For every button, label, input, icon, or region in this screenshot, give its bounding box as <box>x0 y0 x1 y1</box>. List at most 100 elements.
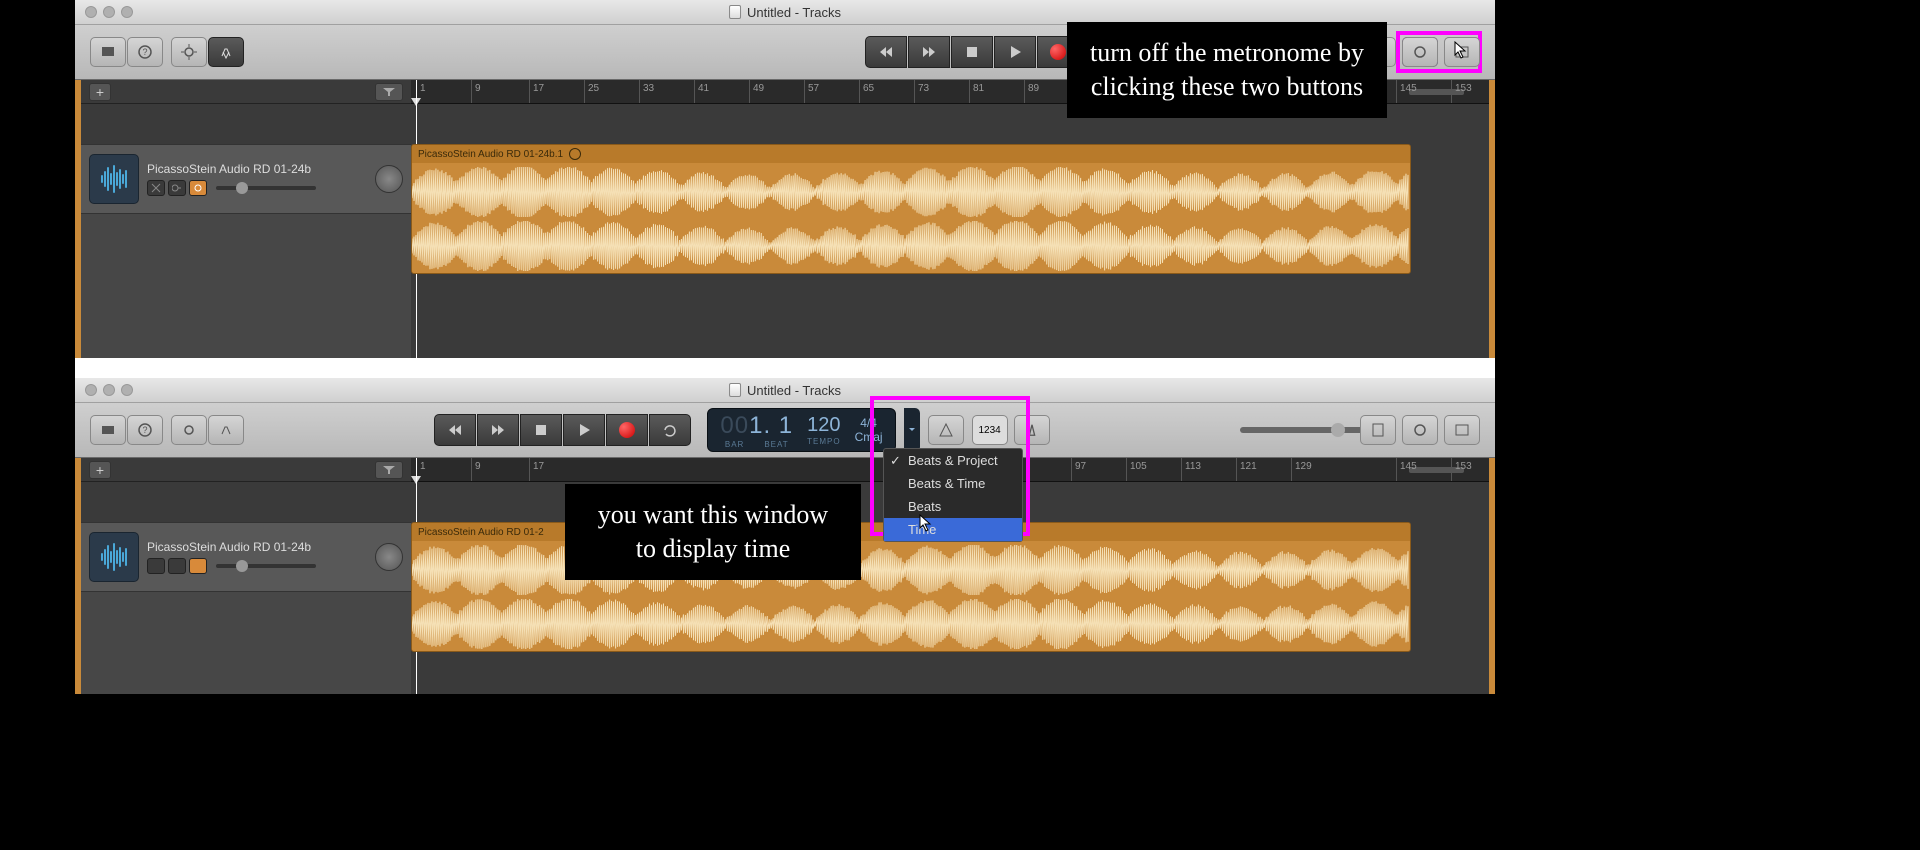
track-type-icon <box>89 154 139 204</box>
document-icon <box>729 5 741 19</box>
media-browser-button[interactable] <box>1444 37 1480 67</box>
loop-browser-button[interactable] <box>1402 37 1438 67</box>
library-button[interactable] <box>90 415 126 445</box>
metronome-button[interactable] <box>1014 415 1050 445</box>
media-browser-button[interactable] <box>1444 415 1480 445</box>
add-track-button[interactable]: + <box>89 461 111 479</box>
waveform-right <box>412 221 1410 271</box>
tuner-button[interactable] <box>928 415 964 445</box>
menu-item-beats-time[interactable]: Beats & Time <box>884 472 1022 495</box>
track-filter-button[interactable] <box>375 461 403 479</box>
track-type-icon <box>89 532 139 582</box>
ruler-mark: 49 <box>749 80 764 103</box>
track-area: + PicassoStein Audio RD 01-24b <box>75 80 1495 358</box>
help-button[interactable]: ? <box>127 415 163 445</box>
ruler-mark: 33 <box>639 80 654 103</box>
waveform-right <box>412 599 1410 649</box>
ruler-mark: 153 <box>1451 80 1472 103</box>
help-button[interactable]: ? <box>127 37 163 67</box>
stop-button[interactable] <box>520 414 562 446</box>
volume-slider[interactable] <box>216 564 316 568</box>
title-bar: Untitled - Tracks <box>75 378 1495 403</box>
pan-knob[interactable] <box>375 543 403 571</box>
ruler-mark: 1 <box>416 458 426 481</box>
lcd-sig[interactable]: 4/4 <box>855 416 883 430</box>
ruler-mark: 9 <box>471 458 481 481</box>
close-window-button[interactable] <box>85 6 97 18</box>
ruler-mark: 121 <box>1236 458 1257 481</box>
close-window-button[interactable] <box>85 384 97 396</box>
menu-item-time[interactable]: Time <box>884 518 1022 541</box>
ruler-mark: 25 <box>584 80 599 103</box>
add-track-button[interactable]: + <box>89 83 111 101</box>
menu-item-beats[interactable]: Beats <box>884 495 1022 518</box>
window-title: Untitled - Tracks <box>729 383 841 398</box>
maximize-window-button[interactable] <box>121 384 133 396</box>
ruler-mark: 145 <box>1396 80 1417 103</box>
volume-slider[interactable] <box>216 186 316 190</box>
track-panel: + PicassoStein Audio RD 01-24b <box>81 80 411 358</box>
zoom-slider[interactable] <box>1240 427 1380 433</box>
lcd-tempo[interactable]: 120 <box>807 414 840 437</box>
waveform-left <box>412 545 1410 595</box>
toolbar: ? 001. 1BARBEAT 120TEMPO 4/4Cmaj <box>75 403 1495 458</box>
lcd-position: 1. 1 <box>749 412 793 439</box>
maximize-window-button[interactable] <box>121 6 133 18</box>
transport-controls <box>434 414 691 446</box>
forward-button[interactable] <box>908 36 950 68</box>
forward-button[interactable] <box>477 414 519 446</box>
notepad-button[interactable] <box>1360 415 1396 445</box>
annotation-1: turn off the metronome by clicking these… <box>1067 22 1387 118</box>
waveform-left <box>412 167 1410 217</box>
smart-controls-button[interactable] <box>171 415 207 445</box>
loop-browser-button[interactable] <box>1402 415 1438 445</box>
timeline[interactable]: 1917253341495765738189145153 PicassoStei… <box>411 80 1489 358</box>
input-monitor-button[interactable] <box>189 558 207 574</box>
lcd-display[interactable]: 001. 1BARBEAT 120TEMPO 4/4Cmaj <box>707 408 895 452</box>
ruler-mark: 129 <box>1291 458 1312 481</box>
window-title-text: Untitled - Tracks <box>747 383 841 398</box>
ruler-mark: 113 <box>1181 458 1201 481</box>
track-row[interactable]: PicassoStein Audio RD 01-24b <box>81 522 411 592</box>
clip-name: PicassoStein Audio RD 01-24b.1 <box>418 149 563 160</box>
play-button[interactable] <box>994 36 1036 68</box>
editors-button[interactable] <box>208 37 244 67</box>
mute-button[interactable] <box>147 180 165 196</box>
track-filter-button[interactable] <box>375 83 403 101</box>
record-icon <box>1050 44 1066 60</box>
minimize-window-button[interactable] <box>103 6 115 18</box>
pan-knob[interactable] <box>375 165 403 193</box>
record-button[interactable] <box>606 414 648 446</box>
menu-item-beats-project[interactable]: Beats & Project <box>884 449 1022 472</box>
lcd-mode-menu: Beats & ProjectBeats & TimeBeatsTime <box>883 448 1023 542</box>
audio-region[interactable]: PicassoStein Audio RD 01-24b.1 <box>411 144 1411 274</box>
mute-button[interactable] <box>147 558 165 574</box>
count-in-button[interactable]: 1234 <box>972 415 1008 445</box>
separator <box>75 358 1495 378</box>
play-button[interactable] <box>563 414 605 446</box>
lcd-key[interactable]: Cmaj <box>855 430 883 444</box>
stop-button[interactable] <box>951 36 993 68</box>
window-title-text: Untitled - Tracks <box>747 5 841 20</box>
smart-controls-button[interactable] <box>171 37 207 67</box>
minimize-window-button[interactable] <box>103 384 115 396</box>
rewind-button[interactable] <box>434 414 476 446</box>
record-icon <box>619 422 635 438</box>
ruler-mark: 73 <box>914 80 929 103</box>
lcd-mode-dropdown[interactable] <box>904 408 920 452</box>
loop-icon <box>569 148 581 160</box>
track-row[interactable]: PicassoStein Audio RD 01-24b <box>81 144 411 214</box>
track-name: PicassoStein Audio RD 01-24b <box>147 540 367 554</box>
rewind-button[interactable] <box>865 36 907 68</box>
ruler-mark: 89 <box>1024 80 1039 103</box>
svg-text:?: ? <box>142 425 147 435</box>
solo-button[interactable] <box>168 558 186 574</box>
lcd-dim: 00 <box>720 412 749 439</box>
library-button[interactable] <box>90 37 126 67</box>
solo-button[interactable] <box>168 180 186 196</box>
editors-button[interactable] <box>208 415 244 445</box>
input-monitor-button[interactable] <box>189 180 207 196</box>
ruler-mark: 105 <box>1126 458 1147 481</box>
ruler-mark: 17 <box>529 80 544 103</box>
cycle-button[interactable] <box>649 414 691 446</box>
